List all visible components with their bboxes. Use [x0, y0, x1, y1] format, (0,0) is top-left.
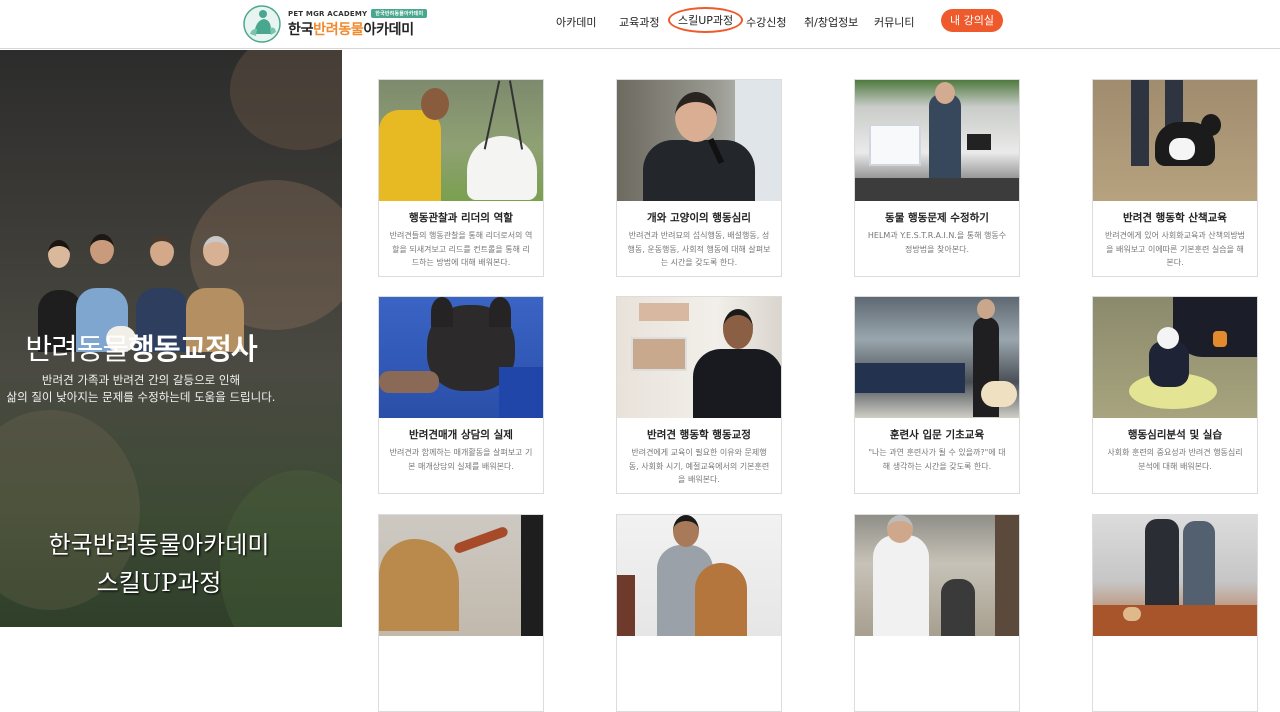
course-title: 훈련사 입문 기초교육 — [889, 429, 985, 441]
hero-banner: 반려동물행동교정사 반려견 가족과 반려견 간의 갈등으로 인해 삶의 질이 낮… — [0, 50, 342, 627]
logo-mark-icon — [242, 4, 282, 44]
nav-item-skillup[interactable]: 스킬UP과정 — [668, 7, 744, 33]
course-description: HELM과 Y.E.S.T.R.A.I.N.을 통해 행동수정방법을 찾아본다. — [867, 231, 1007, 254]
course-card[interactable]: 훈련사 입문 기초교육 "나는 과연 훈련사가 될 수 있을까?"에 대해 생각… — [854, 296, 1020, 494]
my-classroom-button[interactable]: 내 강의실 — [941, 9, 1003, 32]
course-description: 사회화 훈련의 중요성과 반려견 행동심리 분석에 대해 배워본다. — [1107, 448, 1243, 471]
logo-word-accent: 반려동물 — [313, 22, 364, 38]
course-card[interactable] — [1092, 514, 1258, 712]
hero-brand-line-1: 한국반려동물아카데미 — [48, 531, 270, 559]
course-photo — [617, 80, 781, 201]
course-description: "나는 과연 훈련사가 될 수 있을까?"에 대해 생각하는 시간을 갖도록 한… — [868, 448, 1006, 471]
course-card[interactable]: 행동심리분석 및 실습 사회화 훈련의 중요성과 반려견 행동심리 분석에 대해… — [1092, 296, 1258, 494]
nav-item-curriculum[interactable]: 교육과정 — [619, 14, 659, 30]
course-description: 반려견에게 교육이 필요한 이유와 문제행동, 사회화 시기, 예절교육에서의 … — [628, 448, 770, 484]
course-description: 반려견과 반려묘의 섭식행동, 배설행동, 성행동, 운동행동, 사회적 행동에… — [627, 231, 771, 267]
course-photo — [855, 297, 1019, 418]
course-photo — [379, 297, 543, 418]
nav-item-academy[interactable]: 아카데미 — [556, 14, 596, 30]
site-logo[interactable]: PET MGR ACADEMY 한국반려동물아카데미 한국반려동물아카데미 — [242, 4, 428, 44]
course-photo — [1093, 80, 1257, 201]
course-title: 동물 행동문제 수정하기 — [885, 212, 989, 224]
course-card[interactable] — [378, 514, 544, 712]
course-photo — [379, 515, 543, 636]
course-title: 반려견매개 상담의 실제 — [409, 429, 513, 441]
hero-title-bold: 행동교정사 — [128, 332, 257, 366]
hero-brand-line-2: 스킬UP과정 — [96, 569, 222, 597]
course-description: 반려견들의 행동관찰을 통해 리더로서의 역할을 되새겨보고 리드를 컨트롤을 … — [389, 231, 533, 267]
course-card[interactable] — [616, 514, 782, 712]
course-photo — [855, 515, 1019, 636]
course-card[interactable]: 반려견 행동학 행동교정 반려견에게 교육이 필요한 이유와 문제행동, 사회화… — [616, 296, 782, 494]
course-title: 행동관찰과 리더의 역할 — [409, 212, 513, 224]
course-photo — [617, 297, 781, 418]
logo-tagline: PET MGR ACADEMY — [288, 9, 368, 18]
course-title: 반려견 행동학 산책교육 — [1123, 212, 1227, 224]
logo-wordmark: 한국반려동물아카데미 — [288, 19, 427, 39]
course-title: 행동심리분석 및 실습 — [1127, 429, 1223, 441]
course-photo — [1093, 515, 1257, 636]
course-card[interactable] — [854, 514, 1020, 712]
course-description: 반려견과 함께하는 매개활동을 살펴보고 기본 매개상담의 실제를 배워본다. — [389, 448, 533, 471]
course-card[interactable]: 동물 행동문제 수정하기 HELM과 Y.E.S.T.R.A.I.N.을 통해 … — [854, 79, 1020, 277]
course-title: 개와 고양이의 행동심리 — [647, 212, 751, 224]
hero-title: 반려동물행동교정사 — [0, 326, 282, 368]
course-card[interactable]: 행동관찰과 리더의 역할 반려견들의 행동관찰을 통해 리더로서의 역할을 되새… — [378, 79, 544, 277]
course-photo — [617, 515, 781, 636]
course-card[interactable]: 개와 고양이의 행동심리 반려견과 반려묘의 섭식행동, 배설행동, 성행동, … — [616, 79, 782, 277]
logo-word-prefix: 한국 — [288, 22, 314, 38]
course-card[interactable]: 반려견매개 상담의 실제 반려견과 함께하는 매개활동을 살펴보고 기본 매개상… — [378, 296, 544, 494]
nav-item-careers[interactable]: 취/창업정보 — [804, 14, 858, 30]
course-photo — [855, 80, 1019, 201]
course-card[interactable]: 반려견 행동학 산책교육 반려견에게 있어 사회화교육과 산책의방법을 배워보고… — [1092, 79, 1258, 277]
course-card-grid: 행동관찰과 리더의 역할 반려견들의 행동관찰을 통해 리더로서의 역할을 되새… — [342, 50, 1280, 712]
course-photo — [1093, 297, 1257, 418]
course-photo — [379, 80, 543, 201]
hero-subtitle-line-1: 반려견 가족과 반려견 간의 갈등으로 인해 — [41, 373, 241, 387]
logo-badge: 한국반려동물아카데미 — [371, 9, 428, 18]
course-title: 반려견 행동학 행동교정 — [647, 429, 751, 441]
site-header: PET MGR ACADEMY 한국반려동물아카데미 한국반려동물아카데미 아카… — [0, 0, 1280, 49]
hero-title-light: 반려동물 — [25, 332, 129, 366]
hero-subtitle-line-2: 삶의 질이 낮아지는 문제를 수정하는데 도움을 드립니다. — [6, 390, 276, 404]
nav-item-enroll[interactable]: 수강신청 — [746, 14, 786, 30]
nav-item-community[interactable]: 커뮤니티 — [874, 14, 914, 30]
course-description: 반려견에게 있어 사회화교육과 산책의방법을 배워보고 이에따른 기본훈련 실습… — [1104, 231, 1246, 267]
logo-word-suffix: 아카데미 — [363, 22, 415, 38]
